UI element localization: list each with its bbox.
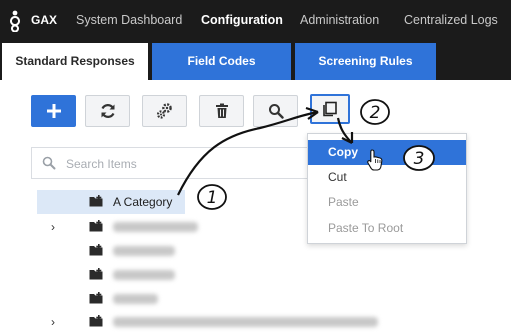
tab-field-codes[interactable]: Field Codes: [152, 43, 291, 80]
app-logo-text: GAX: [31, 13, 58, 27]
expand-chevron-icon[interactable]: ›: [51, 315, 55, 329]
tree-item[interactable]: [37, 263, 307, 287]
menu-item-copy[interactable]: Copy: [308, 140, 466, 165]
tree-item-label: A Category: [113, 195, 173, 209]
callout-2: 2: [360, 99, 390, 125]
nav-centralized-logs[interactable]: Centralized Logs: [404, 13, 498, 27]
tab-screening-rules[interactable]: Screening Rules: [295, 43, 436, 80]
folder-add-icon: [89, 244, 103, 256]
tree-item[interactable]: [37, 287, 307, 311]
folder-add-icon: [89, 292, 103, 304]
tree-item-label-redacted: [113, 246, 175, 256]
menu-item-paste-to-root: Paste To Root: [328, 221, 404, 235]
tree-item[interactable]: [37, 239, 307, 263]
folder-add-icon: [89, 268, 103, 280]
copy-button[interactable]: [310, 94, 350, 124]
search-button[interactable]: [253, 95, 298, 127]
tree-item[interactable]: ›: [37, 310, 378, 333]
refresh-icon: [101, 104, 114, 118]
tree-item-label-redacted: [113, 317, 378, 327]
tab-bar: Standard Responses Field Codes Screening…: [0, 41, 511, 80]
top-nav: GAX System Dashboard Configuration Admin…: [0, 0, 511, 41]
callout-1-number: 1: [207, 188, 218, 208]
callout-2-number: 2: [370, 103, 381, 123]
folder-add-icon: [89, 195, 103, 207]
tree-item-label-redacted: [113, 222, 198, 232]
search-icon: [42, 156, 56, 170]
tree-item[interactable]: ›: [37, 215, 307, 239]
search-input[interactable]: [66, 155, 306, 173]
nav-administration[interactable]: Administration: [300, 13, 379, 27]
tab-standard-responses[interactable]: Standard Responses: [2, 43, 148, 80]
nav-system-dashboard[interactable]: System Dashboard: [76, 13, 182, 27]
plus-icon: [46, 104, 61, 118]
menu-item-paste: Paste: [328, 195, 359, 209]
context-menu: Copy Cut Paste Paste To Root: [307, 133, 467, 244]
folder-add-icon: [89, 315, 103, 327]
menu-item-cut[interactable]: Cut: [308, 165, 466, 190]
genesys-logo-icon: [10, 10, 20, 32]
settings-icon: [156, 103, 172, 119]
search-box: [31, 147, 311, 179]
callout-1: 1: [197, 184, 227, 210]
nav-configuration[interactable]: Configuration: [201, 13, 283, 27]
refresh-button[interactable]: [85, 95, 130, 127]
tree-item-label-redacted: [113, 294, 158, 304]
trash-icon: [215, 103, 228, 118]
copy-icon: [323, 101, 337, 117]
search-icon: [268, 104, 284, 119]
add-button[interactable]: [31, 95, 76, 127]
expand-chevron-icon[interactable]: ›: [51, 220, 55, 234]
settings-button[interactable]: [142, 95, 187, 127]
tree-item-label-redacted: [113, 270, 175, 280]
tree-item-selected[interactable]: A Category: [37, 190, 185, 214]
delete-button[interactable]: [199, 95, 244, 127]
folder-add-icon: [89, 220, 103, 232]
